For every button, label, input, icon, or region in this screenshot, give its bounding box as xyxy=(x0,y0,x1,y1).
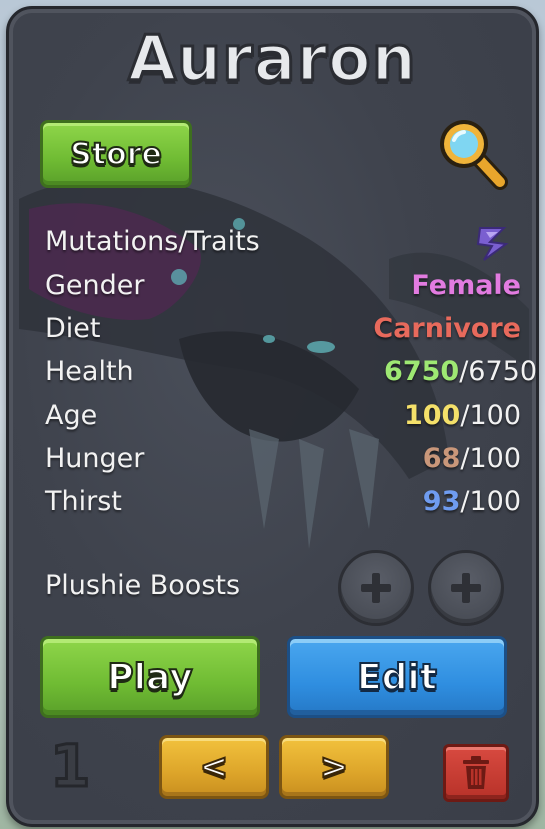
health-current: 6750 xyxy=(384,356,460,387)
next-button[interactable]: > xyxy=(279,735,389,799)
hunger-value: 68/100 xyxy=(423,443,521,474)
age-max: /100 xyxy=(460,400,521,431)
gender-label: Gender xyxy=(45,270,145,301)
gender-value: Female xyxy=(411,270,521,301)
age-value: 100/100 xyxy=(404,400,521,431)
age-current: 100 xyxy=(403,400,461,431)
health-label: Health xyxy=(45,356,134,387)
plushie-boost-slot-2[interactable] xyxy=(428,550,504,626)
trash-icon xyxy=(463,756,489,789)
hunger-current: 68 xyxy=(422,443,461,474)
store-button[interactable]: Store xyxy=(40,120,192,188)
diet-label: Diet xyxy=(45,313,101,344)
age-label: Age xyxy=(45,400,98,431)
health-max: /6750 xyxy=(459,356,537,387)
plushie-boost-slot-1[interactable] xyxy=(338,550,414,626)
play-button[interactable]: Play xyxy=(40,636,260,718)
mutation-crystal-icon[interactable] xyxy=(474,224,512,264)
mutations-label: Mutations/Traits xyxy=(45,226,260,257)
hunger-label: Hunger xyxy=(45,443,145,474)
magnifying-glass-icon[interactable] xyxy=(432,112,512,192)
slot-number: 1 xyxy=(48,731,91,802)
plus-icon xyxy=(361,573,391,603)
thirst-max: /100 xyxy=(460,486,521,517)
edit-button[interactable]: Edit xyxy=(287,636,507,718)
thirst-current: 93 xyxy=(422,486,461,517)
diet-value: Carnivore xyxy=(373,313,521,344)
plus-icon xyxy=(451,573,481,603)
previous-button[interactable]: < xyxy=(159,735,269,799)
plushie-boosts-label: Plushie Boosts xyxy=(45,570,241,601)
delete-button[interactable] xyxy=(443,744,509,802)
thirst-value: 93/100 xyxy=(423,486,521,517)
hunger-max: /100 xyxy=(460,443,521,474)
thirst-label: Thirst xyxy=(45,486,122,517)
creature-name: Auraron xyxy=(127,21,418,97)
health-value: 6750/6750 xyxy=(384,356,537,387)
